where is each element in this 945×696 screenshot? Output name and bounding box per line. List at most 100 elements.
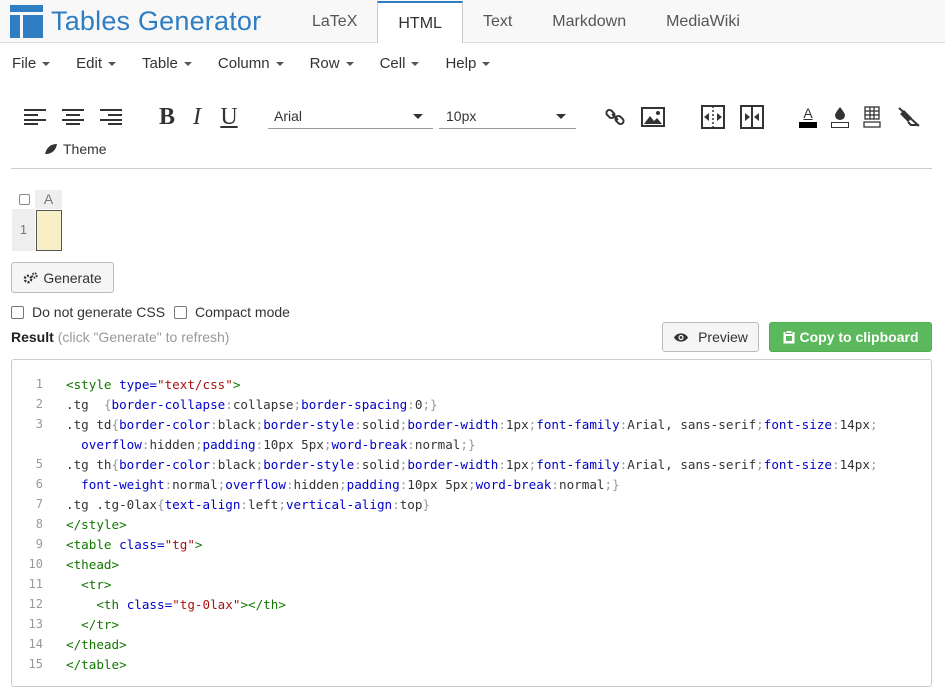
link-icon[interactable]	[603, 99, 627, 135]
align-center-icon[interactable]	[60, 99, 86, 135]
code-text: .tg .tg-0lax{text-align:left;vertical-al…	[66, 496, 431, 512]
menu-help[interactable]: Help	[445, 55, 491, 72]
background-color-icon[interactable]	[829, 99, 851, 135]
chevron-down-icon	[556, 114, 566, 119]
code-text: <thead>	[66, 556, 120, 572]
leaf-icon	[45, 144, 57, 154]
code-line: 11 <tr>	[12, 574, 931, 594]
image-icon[interactable]	[640, 99, 666, 135]
code-line: 8 </style>	[12, 514, 931, 534]
menu-table[interactable]: Table	[142, 55, 192, 72]
code-output[interactable]: 1 <style type="text/css"> 2 .tg {border-col…	[11, 359, 932, 687]
code-line: 12 <th class="tg-0lax"></th>	[12, 594, 931, 614]
borders-icon[interactable]	[861, 99, 883, 135]
code-lines: 1 <style type="text/css"> 2 .tg {border-col…	[12, 374, 931, 674]
code-text: <table class="tg">	[66, 536, 203, 552]
menu-cell[interactable]: Cell	[380, 55, 420, 72]
eye-icon	[674, 332, 689, 342]
no-css-checkbox[interactable]	[11, 305, 24, 319]
align-right-icon[interactable]	[98, 99, 124, 135]
code-text: .tg td{border-color:black;border-style:s…	[66, 416, 878, 432]
text-color-icon[interactable]: A	[797, 99, 819, 135]
code-text: .tg {border-collapse:collapse;border-spa…	[66, 396, 438, 412]
tab-mediawiki[interactable]: MediaWiki	[646, 0, 760, 43]
line-number: 10	[28, 557, 43, 571]
chevron-down-icon	[411, 61, 420, 66]
table-cell-a1[interactable]	[36, 210, 62, 251]
generate-button[interactable]: Generate	[11, 262, 114, 293]
format-toolbar: B I U Arial 10px A	[0, 99, 945, 139]
line-number: 8	[35, 517, 43, 531]
code-line: 9 <table class="tg">	[12, 534, 931, 554]
compact-mode-option[interactable]: Compact mode	[174, 304, 290, 320]
code-line: 7 .tg .tg-0lax{text-align:left;vertical-a…	[12, 494, 931, 514]
code-line: 2 .tg {border-collapse:collapse;border-sp…	[12, 394, 931, 414]
tab-latex[interactable]: LaTeX	[292, 0, 377, 43]
line-number: 6	[35, 477, 43, 491]
column-header-a[interactable]: A	[35, 190, 62, 209]
code-text: </thead>	[66, 636, 127, 652]
line-number: 7	[35, 497, 43, 511]
chevron-down-icon	[42, 61, 51, 66]
select-all-checkbox[interactable]	[19, 194, 30, 205]
clipboard-icon	[783, 330, 794, 344]
line-number: 5	[35, 457, 43, 471]
merge-cells-icon[interactable]	[700, 99, 726, 135]
menu-column[interactable]: Column	[218, 55, 284, 72]
clear-formatting-icon[interactable]	[896, 99, 922, 135]
editor-panel: File Edit Table Column Row Cell Help B I…	[0, 43, 945, 696]
no-css-option[interactable]: Do not generate CSS	[11, 304, 165, 320]
tab-text[interactable]: Text	[463, 0, 532, 43]
line-number: 2	[35, 397, 43, 411]
app-title: Tables Generator	[51, 5, 262, 36]
code-line: 10 <thead>	[12, 554, 931, 574]
chevron-down-icon	[275, 61, 284, 66]
code-line: 3 .tg td{border-color:black;border-style:…	[12, 414, 931, 434]
chevron-down-icon	[108, 61, 117, 66]
code-text: <tr>	[81, 576, 112, 592]
underline-button[interactable]: U	[217, 99, 241, 135]
font-size-select[interactable]: 10px	[439, 103, 576, 129]
chevron-down-icon	[413, 114, 423, 119]
code-line: 15 </table>	[12, 654, 931, 674]
code-line: 13 </tr>	[12, 614, 931, 634]
line-number: 9	[35, 537, 43, 551]
chevron-down-icon	[482, 61, 491, 66]
row-header-1[interactable]: 1	[12, 209, 35, 251]
code-text: </tr>	[81, 616, 120, 632]
format-tabs: LaTeX HTML Text Markdown MediaWiki	[292, 0, 760, 44]
menu-edit[interactable]: Edit	[76, 55, 117, 72]
code-text: <style type="text/css">	[66, 376, 241, 392]
code-text: overflow:hidden;padding:10px 5px;word-br…	[81, 436, 476, 452]
copy-to-clipboard-button[interactable]: Copy to clipboard	[769, 322, 932, 352]
code-text: </table>	[66, 656, 127, 672]
bold-button[interactable]: B	[155, 99, 179, 135]
menu-row[interactable]: Row	[310, 55, 354, 72]
chevron-down-icon	[345, 61, 354, 66]
code-line: overflow:hidden;padding:10px 5px;word-br…	[12, 434, 931, 454]
line-number: 12	[28, 597, 43, 611]
code-text: </style>	[66, 516, 127, 532]
result-heading: Result (click "Generate" to refresh)	[11, 329, 230, 345]
app-logo[interactable]: Tables Generator	[10, 4, 261, 38]
preview-button[interactable]: Preview	[662, 322, 759, 352]
theme-button[interactable]: Theme	[44, 141, 107, 157]
code-line: 5 .tg th{border-color:black;border-style:…	[12, 454, 931, 474]
italic-button[interactable]: I	[186, 99, 208, 135]
line-number: 14	[28, 637, 43, 651]
font-family-select[interactable]: Arial	[268, 103, 433, 129]
divider	[11, 168, 932, 169]
tab-html[interactable]: HTML	[377, 1, 463, 44]
menu-file[interactable]: File	[12, 55, 51, 72]
menu-bar: File Edit Table Column Row Cell Help	[12, 55, 516, 72]
code-line: 1 <style type="text/css">	[12, 374, 931, 394]
line-number: 15	[28, 657, 43, 671]
code-text: .tg th{border-color:black;border-style:s…	[66, 456, 878, 472]
code-text: font-weight:normal;overflow:hidden;paddi…	[81, 476, 620, 492]
code-line: 14 </thead>	[12, 634, 931, 654]
line-number: 3	[35, 417, 43, 431]
compact-mode-checkbox[interactable]	[174, 305, 187, 319]
tab-markdown[interactable]: Markdown	[532, 0, 646, 43]
split-cells-icon[interactable]	[739, 99, 765, 135]
align-left-icon[interactable]	[22, 99, 48, 135]
